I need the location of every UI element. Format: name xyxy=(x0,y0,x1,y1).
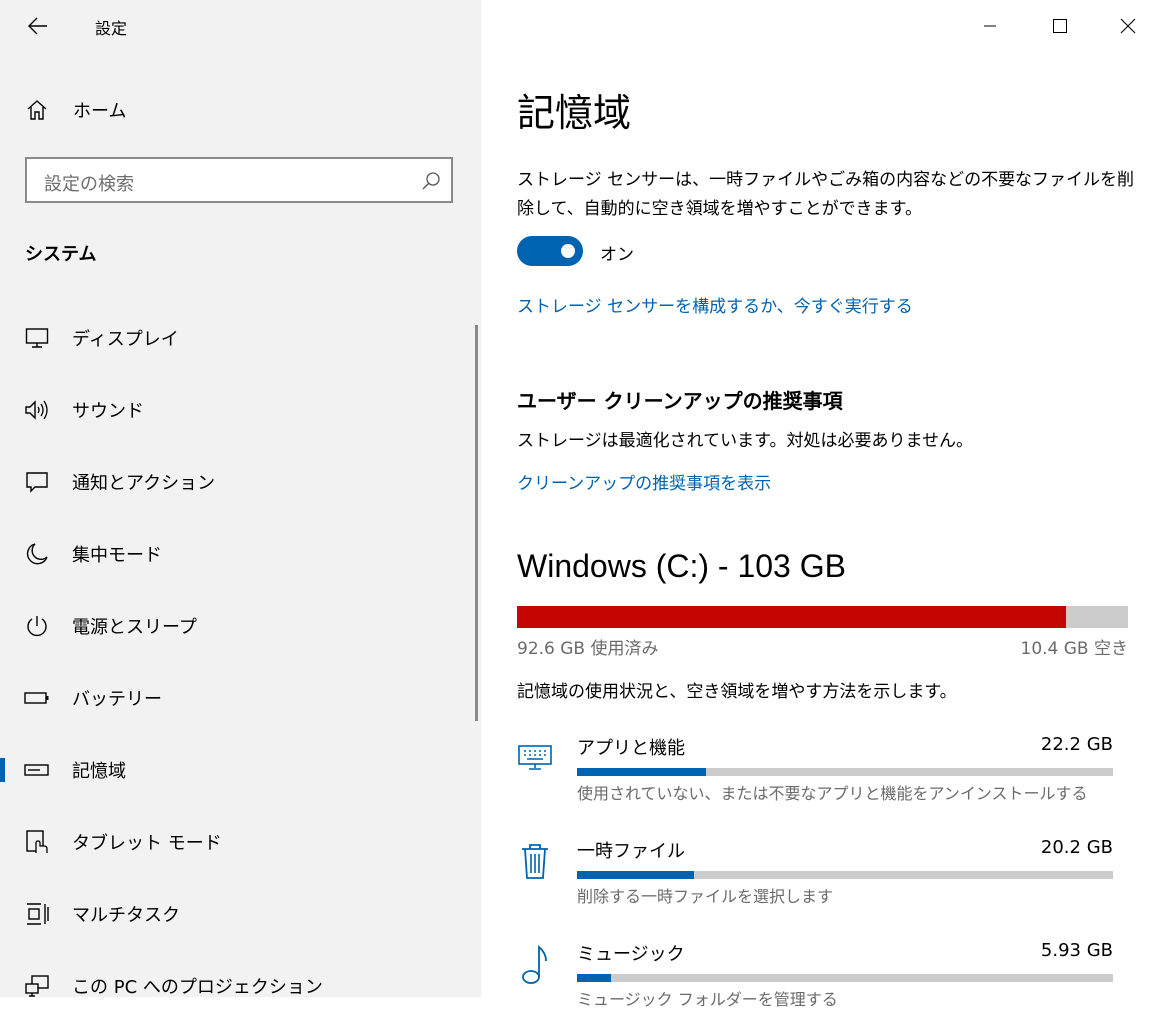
sidebar-item-label: 記憶域 xyxy=(72,761,126,782)
multitask-icon xyxy=(24,901,50,927)
search-input[interactable]: 設定の検索 xyxy=(25,157,453,203)
category-bar-fill xyxy=(577,768,706,776)
moon-icon xyxy=(24,541,50,567)
usage-description: 記憶域の使用状況と、空き領域を増やす方法を示します。 xyxy=(517,682,957,702)
configure-storage-sense-link[interactable]: ストレージ センサーを構成するか、今すぐ実行する xyxy=(517,292,913,317)
power-icon xyxy=(24,613,50,639)
category-name: ミュージック xyxy=(577,944,685,965)
sidebar-item-label: サウンド xyxy=(72,401,144,422)
sidebar-item-multitasking[interactable]: マルチタスク xyxy=(0,884,481,944)
app-title: 設定 xyxy=(95,19,128,38)
drive-usage-bar[interactable] xyxy=(517,606,1128,628)
sidebar-item-power-sleep[interactable]: 電源とスリープ xyxy=(0,596,481,656)
sidebar-item-label: 通知とアクション xyxy=(72,473,216,494)
category-temp-files[interactable]: 一時ファイル 20.2 GB 削除する一時ファイルを選択します xyxy=(517,837,1117,927)
category-bar-fill xyxy=(577,871,694,879)
notification-icon xyxy=(24,469,50,495)
category-bar xyxy=(577,974,1113,982)
category-bar-fill xyxy=(577,974,612,982)
category-bar xyxy=(577,768,1113,776)
sidebar-item-home[interactable]: ホーム xyxy=(0,90,481,130)
sidebar-item-label: ディスプレイ xyxy=(72,329,179,350)
sidebar-item-projection[interactable]: この PC へのプロジェクション xyxy=(0,956,481,997)
category-music[interactable]: ミュージック 5.93 GB ミュージック フォルダーを管理する xyxy=(517,940,1117,1030)
page-title: 記憶域 xyxy=(517,91,632,135)
category-size: 22.2 GB xyxy=(1040,734,1113,755)
category-size: 20.2 GB xyxy=(1040,837,1113,858)
search-placeholder: 設定の検索 xyxy=(44,174,134,195)
sidebar-item-battery[interactable]: バッテリー xyxy=(0,668,481,728)
sidebar-item-label: 集中モード xyxy=(72,545,162,566)
drive-free-label: 10.4 GB 空き xyxy=(1020,639,1129,659)
music-note-icon xyxy=(517,944,553,984)
drive-used-label: 92.6 GB 使用済み xyxy=(517,639,659,659)
home-label: ホーム xyxy=(73,101,127,122)
cleanup-recommendations-link[interactable]: クリーンアップの推奨事項を表示 xyxy=(517,469,771,494)
home-icon xyxy=(24,97,50,123)
keyboard-icon xyxy=(517,738,553,778)
drive-title: Windows (C:) - 103 GB xyxy=(517,548,846,584)
category-size: 5.93 GB xyxy=(1040,940,1113,961)
sidebar: 設定 ホーム 設定の検索 システム ディスプレイ サウンド 通知とアクション 集… xyxy=(0,0,481,997)
storage-icon xyxy=(24,757,50,783)
sidebar-item-label: バッテリー xyxy=(72,689,162,710)
category-name: アプリと機能 xyxy=(577,738,685,759)
sidebar-item-display[interactable]: ディスプレイ xyxy=(0,308,481,368)
search-icon xyxy=(421,171,441,191)
sidebar-item-sound[interactable]: サウンド xyxy=(0,380,481,440)
sidebar-item-label: この PC へのプロジェクション xyxy=(72,977,323,997)
sidebar-item-tablet-mode[interactable]: タブレット モード xyxy=(0,812,481,872)
sidebar-scrollbar[interactable] xyxy=(475,325,478,721)
drive-usage-fill xyxy=(517,606,1067,628)
speaker-icon xyxy=(24,397,50,423)
main-content: 記憶域 ストレージ センサーは、一時ファイルやごみ箱の内容などの不要なファイルを… xyxy=(481,0,1165,1009)
back-button[interactable] xyxy=(22,10,54,42)
back-arrow-icon xyxy=(28,17,47,35)
title-bar: 設定 xyxy=(0,0,481,50)
category-hint: 使用されていない、または不要なアプリと機能をアンインストールする xyxy=(577,784,1088,803)
toggle-knob xyxy=(561,244,575,258)
sidebar-item-focus-assist[interactable]: 集中モード xyxy=(0,524,481,584)
sidebar-item-label: マルチタスク xyxy=(72,905,180,926)
cleanup-status: ストレージは最適化されています。対処は必要ありません。 xyxy=(517,431,973,451)
toggle-state-label: オン xyxy=(600,245,634,265)
category-name: 一時ファイル xyxy=(577,841,685,862)
cleanup-heading: ユーザー クリーンアップの推奨事項 xyxy=(517,389,843,413)
category-apps-features[interactable]: アプリと機能 22.2 GB 使用されていない、または不要なアプリと機能をアンイ… xyxy=(517,734,1117,824)
category-bar xyxy=(577,871,1113,879)
sidebar-item-label: 電源とスリープ xyxy=(72,617,197,638)
storage-sense-toggle[interactable] xyxy=(517,236,583,266)
section-heading: システム xyxy=(25,244,97,265)
category-hint: 削除する一時ファイルを選択します xyxy=(577,887,834,906)
sidebar-item-notifications[interactable]: 通知とアクション xyxy=(0,452,481,512)
category-hint: ミュージック フォルダーを管理する xyxy=(577,990,838,1009)
battery-icon xyxy=(24,685,50,711)
sidebar-item-label: タブレット モード xyxy=(72,833,222,854)
sidebar-item-storage[interactable]: 記憶域 xyxy=(0,740,481,800)
tablet-icon xyxy=(24,829,50,855)
projection-icon xyxy=(24,973,50,997)
selection-indicator xyxy=(0,758,5,782)
trash-icon xyxy=(517,841,553,881)
monitor-icon xyxy=(24,325,50,351)
storage-sense-description: ストレージ センサーは、一時ファイルやごみ箱の内容などの不要なファイルを削除して… xyxy=(517,170,1135,219)
